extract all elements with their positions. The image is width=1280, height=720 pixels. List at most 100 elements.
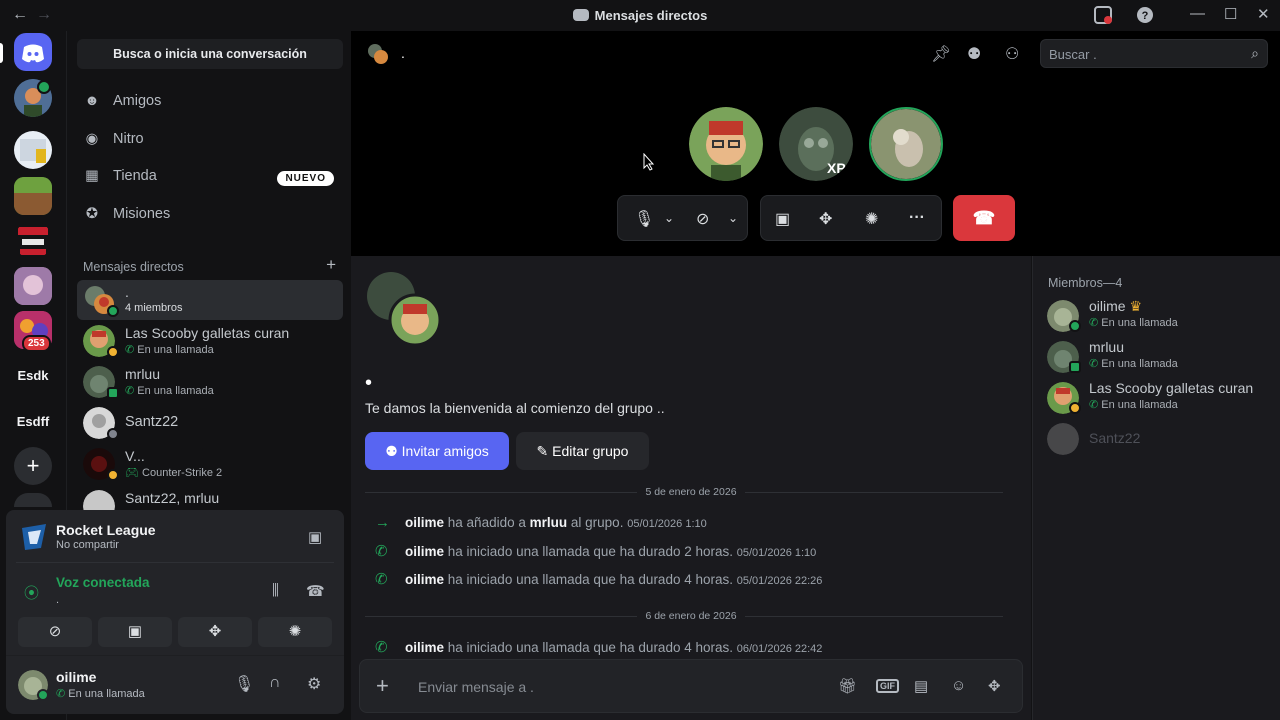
microphone-icon[interactable]: 🎙︎ <box>234 674 254 694</box>
join-arrow-icon: → <box>375 514 390 531</box>
direct-messages-home[interactable] <box>14 33 52 71</box>
user-panel: Rocket League No compartir ▣ ⦿ Voz conec… <box>6 510 344 714</box>
headphones-icon[interactable]: ∩ <box>269 674 281 692</box>
close-icon[interactable]: ✕ <box>1257 5 1270 23</box>
invite-friends-button[interactable]: ⚉ Invitar amigos <box>365 432 509 470</box>
soundboard-button[interactable]: ✺ <box>258 617 332 647</box>
create-dm-plus-icon[interactable]: + <box>326 255 336 275</box>
shop-icon: ▦ <box>85 168 99 184</box>
user-status: ✆ En una llamada <box>56 687 145 700</box>
participant-avatar-1[interactable] <box>689 107 763 181</box>
message-author[interactable]: oilime <box>405 515 444 530</box>
dm-name: . <box>125 284 129 300</box>
member-scooby[interactable]: Las Scooby galletas curan ✆ En una llama… <box>1047 378 1277 418</box>
date-text: 6 de enero de 2026 <box>637 610 745 622</box>
edit-group-button[interactable]: ✎ Editar grupo <box>516 432 649 470</box>
pencil-icon: ✎ <box>536 443 553 459</box>
message-author[interactable]: oilime <box>405 572 444 587</box>
timestamp: 06/01/2026 22:42 <box>736 643 823 655</box>
hang-up-button[interactable]: ☎ <box>953 195 1015 241</box>
soundboard-icon[interactable]: ✺ <box>865 209 878 229</box>
server-avatar-3[interactable] <box>14 267 52 305</box>
member-santz22[interactable]: Santz22 <box>1047 419 1277 459</box>
username[interactable]: oilime <box>56 669 96 685</box>
nav-friends[interactable]: ☻ Amigos <box>83 86 161 116</box>
dm-santz22[interactable]: Santz22 <box>77 403 343 443</box>
inbox-icon[interactable] <box>1094 6 1112 28</box>
chevron-down-icon[interactable]: ⌄ <box>664 211 674 225</box>
screen-share-button[interactable]: ▣ <box>98 617 172 647</box>
members-icon[interactable]: ⚇ <box>1005 44 1019 64</box>
new-badge: NUEVO <box>277 171 334 186</box>
dm-mrluu[interactable]: mrluu ✆ En una llamada <box>77 362 343 402</box>
activity-name: Rocket League <box>56 522 156 538</box>
server-avatar-1[interactable] <box>14 131 52 169</box>
svg-text:?: ? <box>1142 10 1149 22</box>
dm-santz22-mrluu[interactable]: Santz22, mrluu <box>77 486 343 510</box>
help-icon[interactable]: ? <box>1136 6 1154 28</box>
camera-off-icon[interactable]: ⊘ <box>696 209 709 229</box>
message-composer[interactable]: + Enviar mensaje a . 🎁︎ GIF ▤ ☺ ✥ <box>359 659 1023 713</box>
search-input[interactable]: Buscar . ⌕ <box>1040 39 1268 68</box>
activities-icon[interactable]: ✥ <box>819 209 832 229</box>
settings-gear-icon[interactable]: ⚙ <box>307 674 321 694</box>
more-options-icon[interactable]: ··· <box>909 209 925 227</box>
friends-icon: ☻ <box>84 93 100 109</box>
emoji-icon[interactable]: ☺ <box>951 677 966 694</box>
server-esdff[interactable]: Esdff <box>8 414 58 429</box>
attach-plus-icon[interactable]: + <box>376 673 389 699</box>
disconnect-icon[interactable]: ☎ <box>306 582 325 600</box>
nav-quests[interactable]: ✪ Misiones <box>83 199 170 229</box>
quests-icon: ✪ <box>85 206 99 222</box>
dm-name: Santz22 <box>125 414 179 430</box>
participant-avatar-3-speaking[interactable] <box>869 107 943 181</box>
message-target[interactable]: mrluu <box>530 515 568 530</box>
dm-name: Santz22, mrluu <box>125 490 220 506</box>
minimize-icon[interactable]: — <box>1190 5 1205 22</box>
online-status-icon <box>1069 320 1081 332</box>
welcome-text: Te damos la bienvenida al comienzo del g… <box>365 400 665 416</box>
server-avatar-minecraft[interactable] <box>14 177 52 215</box>
pin-icon[interactable]: 📌︎ <box>931 44 951 64</box>
voice-channel-name[interactable]: . <box>56 594 59 606</box>
screen-share-icon[interactable]: ▣ <box>308 528 322 546</box>
chevron-down-icon[interactable]: ⌄ <box>728 211 738 225</box>
message-input-placeholder[interactable]: Enviar mensaje a . <box>418 679 534 695</box>
user-status-text: En una llamada <box>68 688 145 700</box>
add-server-button[interactable]: + <box>14 447 52 485</box>
dm-status: ✆ En una llamada <box>125 343 214 356</box>
dm-v[interactable]: V... 🎮︎ Counter-Strike 2 <box>77 444 343 484</box>
message-author[interactable]: oilime <box>405 640 444 655</box>
dm-name: Las Scooby galletas curan <box>125 325 290 341</box>
dm-group[interactable]: . 4 miembros <box>77 280 343 320</box>
dm-scooby[interactable]: Las Scooby galletas curan ✆ En una llama… <box>77 321 343 361</box>
gift-icon[interactable]: 🎁︎ <box>838 677 857 695</box>
member-name: Las Scooby galletas curan <box>1089 380 1254 396</box>
message-text: al grupo. <box>570 515 624 530</box>
microphone-icon[interactable]: 🎙︎ <box>634 209 654 229</box>
gif-icon[interactable]: GIF <box>876 679 899 693</box>
nav-shop[interactable]: ▦ Tienda <box>83 161 157 191</box>
add-friends-icon[interactable]: ⚉ <box>967 44 981 64</box>
apps-icon[interactable]: ✥ <box>988 677 1001 695</box>
mobile-status-icon <box>1069 361 1081 373</box>
timestamp: 05/01/2026 1:10 <box>627 518 707 530</box>
activities-button[interactable]: ✥ <box>178 617 252 647</box>
member-oilime[interactable]: oilime ♛ ✆ En una llamada <box>1047 296 1277 336</box>
member-mrluu[interactable]: mrluu ✆ En una llamada <box>1047 337 1277 377</box>
nav-nitro[interactable]: ◉ Nitro <box>83 124 144 154</box>
sticker-icon[interactable]: ▤ <box>914 677 928 695</box>
noise-suppression-icon[interactable]: ⫼ <box>272 582 279 599</box>
maximize-icon[interactable]: ☐ <box>1224 5 1237 23</box>
message-author[interactable]: oilime <box>405 544 444 559</box>
screen-share-icon[interactable]: ▣ <box>775 209 790 229</box>
conversation-search-button[interactable]: Busca o inicia una conversación <box>77 39 343 69</box>
window-title-text: Mensajes directos <box>594 8 708 23</box>
participant-avatar-2[interactable]: XP <box>779 107 853 181</box>
server-avatar-2[interactable] <box>14 221 52 259</box>
server-esdk[interactable]: Esdk <box>8 368 58 383</box>
search-icon: ⌕ <box>1251 45 1259 61</box>
camera-off-button[interactable]: ⊘ <box>18 617 92 647</box>
explore-icon[interactable] <box>14 493 52 507</box>
voice-connected-status[interactable]: Voz conectada <box>56 575 150 590</box>
